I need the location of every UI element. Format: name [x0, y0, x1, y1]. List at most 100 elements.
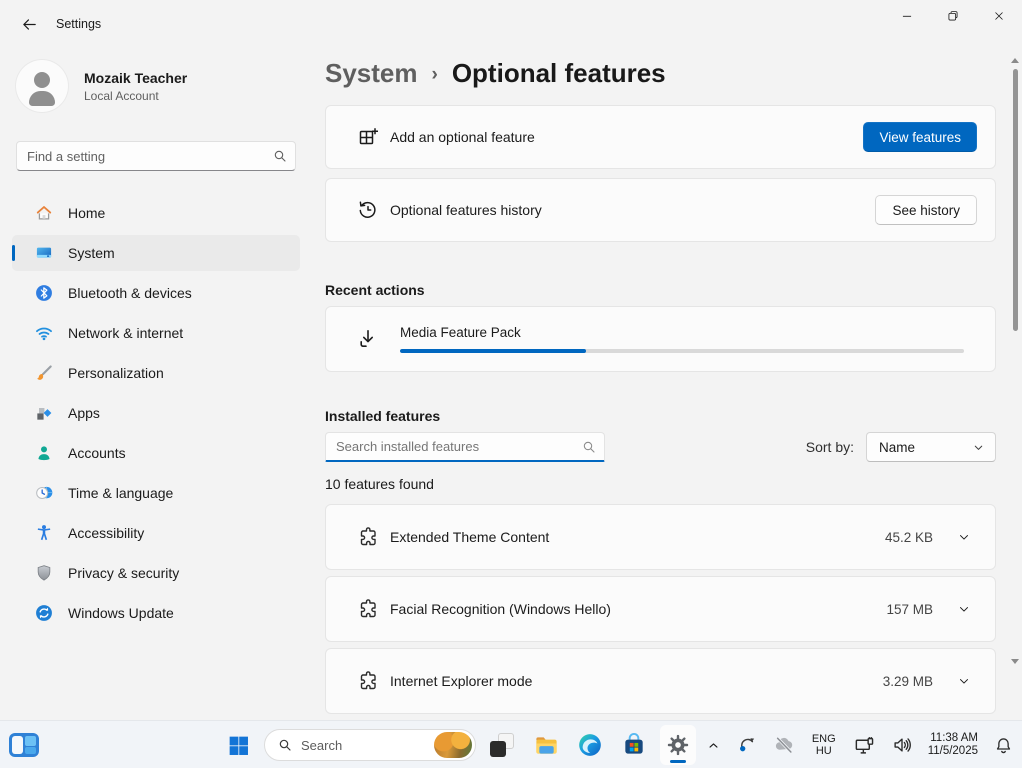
microsoft-store-button[interactable]	[616, 725, 652, 765]
scrollbar-up-arrow[interactable]	[1011, 58, 1019, 63]
volume-button[interactable]	[889, 732, 915, 758]
feature-row-extended-theme-content[interactable]: Extended Theme Content 45.2 KB	[325, 504, 996, 570]
paintbrush-icon	[34, 363, 54, 383]
language-secondary: HU	[812, 745, 836, 758]
back-button[interactable]	[12, 10, 46, 38]
progress-bar	[400, 349, 964, 353]
back-arrow-icon	[21, 16, 38, 33]
search-highlight-image[interactable]	[434, 732, 472, 758]
feature-list: Extended Theme Content 45.2 KB Facial Re…	[325, 504, 996, 714]
expand-chevron-icon[interactable]	[951, 668, 977, 694]
feature-row-internet-explorer-mode[interactable]: Internet Explorer mode 3.29 MB	[325, 648, 996, 714]
clock[interactable]: 11:38 AM 11/5/2025	[926, 730, 980, 761]
sidebar-item-label: System	[68, 245, 115, 261]
taskbar-search-placeholder: Search	[301, 738, 434, 753]
tray-chevron-up-button[interactable]	[704, 736, 723, 755]
scrollbar-thumb[interactable]	[1013, 69, 1018, 331]
sidebar-item-personalization[interactable]: Personalization	[12, 355, 300, 391]
see-history-button[interactable]: See history	[875, 195, 977, 225]
recent-action-name: Media Feature Pack	[400, 325, 964, 340]
search-icon	[581, 439, 597, 460]
minimize-button[interactable]	[884, 0, 930, 31]
settings-app-button[interactable]	[660, 725, 696, 765]
sort-dropdown-value: Name	[879, 440, 972, 455]
edge-button[interactable]	[572, 725, 608, 765]
notifications-button[interactable]	[991, 733, 1016, 758]
sidebar-item-accessibility[interactable]: Accessibility	[12, 515, 300, 551]
clock-globe-icon	[34, 483, 54, 503]
taskbar-search-box[interactable]: Search	[264, 729, 476, 761]
close-icon	[992, 9, 1006, 23]
find-setting-input[interactable]	[16, 141, 296, 171]
gear-icon	[665, 732, 691, 758]
sidebar-item-label: Bluetooth & devices	[68, 285, 192, 301]
breadcrumb-separator: ›	[432, 64, 438, 86]
search-installed-box	[325, 432, 605, 462]
close-button[interactable]	[976, 0, 1022, 31]
network-button[interactable]	[851, 732, 878, 759]
sidebar-item-system[interactable]: System	[12, 235, 300, 271]
language-indicator[interactable]: ENG HU	[808, 731, 840, 760]
chevron-up-icon	[706, 738, 721, 753]
user-account-card[interactable]: Mozaik Teacher Local Account	[16, 60, 296, 112]
page-title: Optional features	[452, 58, 666, 89]
sort-by-label: Sort by:	[806, 439, 854, 455]
windows-start-icon	[226, 733, 251, 758]
sidebar-item-accounts[interactable]: Accounts	[12, 435, 300, 471]
restore-button[interactable]	[930, 0, 976, 31]
installed-features-heading: Installed features	[325, 408, 996, 424]
restore-icon	[946, 9, 960, 23]
breadcrumb-system[interactable]: System	[325, 58, 418, 89]
sidebar-item-label: Privacy & security	[68, 565, 179, 581]
expand-chevron-icon[interactable]	[951, 524, 977, 550]
apps-icon	[34, 403, 54, 423]
sidebar-item-windows-update[interactable]: Windows Update	[12, 595, 300, 631]
add-feature-label: Add an optional feature	[390, 129, 863, 145]
start-button[interactable]	[220, 725, 256, 765]
widgets-button[interactable]	[6, 725, 42, 765]
language-primary: ENG	[812, 733, 836, 746]
sidebar-item-network-internet[interactable]: Network & internet	[12, 315, 300, 351]
sidebar-item-time-language[interactable]: Time & language	[12, 475, 300, 511]
onedrive-offline-button[interactable]	[771, 732, 797, 758]
monitor-plug-icon	[853, 734, 876, 757]
sidebar-item-apps[interactable]: Apps	[12, 395, 300, 431]
microsoft-store-icon	[621, 732, 647, 758]
history-icon	[356, 198, 380, 222]
task-view-icon	[490, 733, 514, 757]
shield-icon	[34, 563, 54, 583]
feature-size: 157 MB	[886, 602, 933, 617]
view-features-button[interactable]: View features	[863, 122, 977, 152]
sidebar-item-home[interactable]: Home	[12, 195, 300, 231]
settings-window: Settings Mozaik Teacher Local Account	[0, 0, 1022, 768]
search-installed-input[interactable]	[325, 432, 605, 462]
user-name: Mozaik Teacher	[84, 70, 187, 86]
content-scrollbar	[1011, 58, 1019, 664]
wifi-icon	[34, 323, 54, 343]
sidebar-item-privacy-security[interactable]: Privacy & security	[12, 555, 300, 591]
search-icon	[272, 148, 288, 169]
main-content: System › Optional features Add an option…	[312, 48, 1022, 720]
add-feature-icon	[356, 125, 380, 149]
expand-chevron-icon[interactable]	[951, 596, 977, 622]
minimize-icon	[900, 9, 914, 23]
sidebar-item-label: Accessibility	[68, 525, 144, 541]
sort-dropdown[interactable]: Name	[866, 432, 996, 462]
taskbar: Search	[0, 720, 1022, 768]
chevron-down-icon	[972, 441, 985, 454]
update-pending-button[interactable]	[734, 732, 760, 758]
sidebar-item-bluetooth-devices[interactable]: Bluetooth & devices	[12, 275, 300, 311]
edge-icon	[577, 732, 603, 758]
feature-name: Internet Explorer mode	[390, 673, 883, 689]
home-icon	[34, 203, 54, 223]
file-explorer-button[interactable]	[528, 725, 564, 765]
scrollbar-down-arrow[interactable]	[1011, 659, 1019, 664]
breadcrumb: System › Optional features	[325, 58, 996, 89]
recent-actions-heading: Recent actions	[325, 282, 996, 298]
window-controls	[884, 0, 1022, 31]
feature-row-facial-recognition[interactable]: Facial Recognition (Windows Hello) 157 M…	[325, 576, 996, 642]
taskbar-center: Search	[220, 725, 696, 765]
optional-features-history-card: Optional features history See history	[325, 178, 996, 242]
task-view-button[interactable]	[484, 725, 520, 765]
download-icon	[356, 327, 380, 351]
